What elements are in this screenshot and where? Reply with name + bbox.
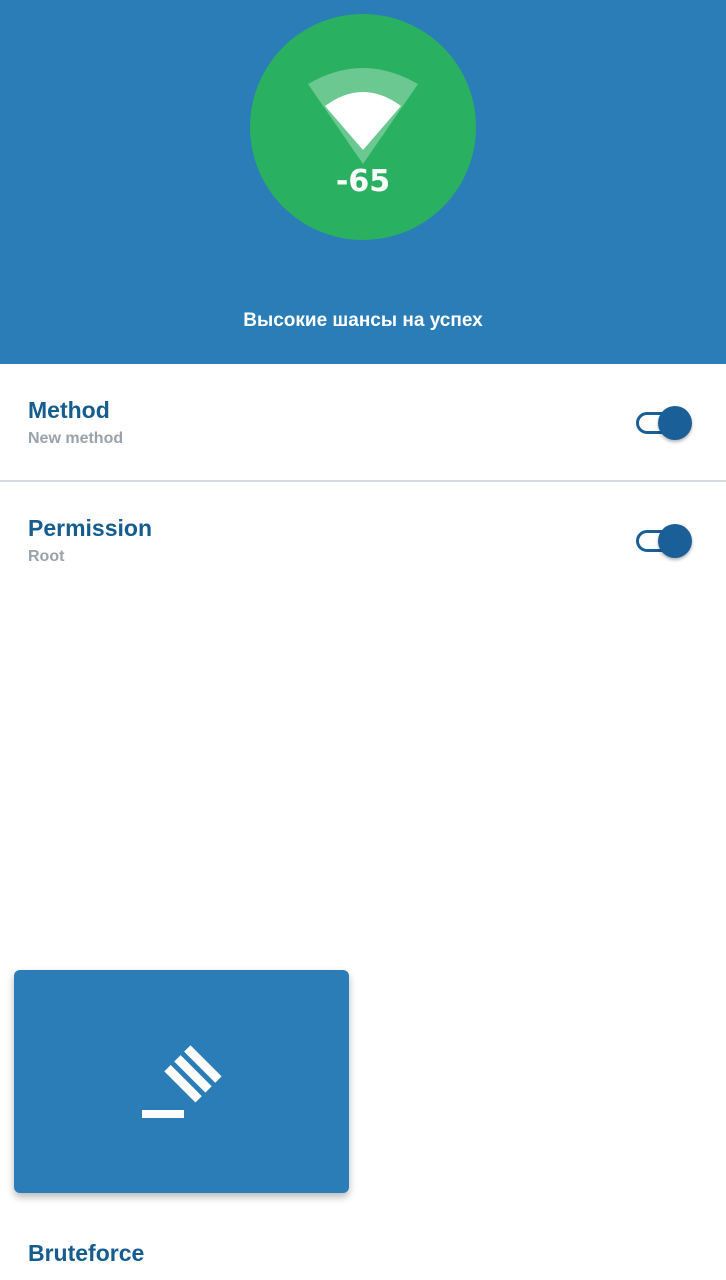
setting-subtitle: Root	[28, 548, 65, 565]
signal-strength-indicator: -65	[250, 14, 476, 240]
gavel-icon	[142, 1045, 222, 1118]
setting-row-permission[interactable]: Permission Root	[0, 482, 726, 598]
signal-value: -65	[335, 164, 391, 199]
wifi-icon	[308, 68, 418, 164]
permission-toggle[interactable]	[636, 524, 692, 558]
setting-title: Permission	[28, 515, 152, 541]
toggle-knob	[658, 524, 692, 558]
toggle-knob	[658, 406, 692, 440]
method-toggle[interactable]	[636, 406, 692, 440]
signal-header: -65 Высокие шансы на успех	[0, 0, 726, 364]
setting-title: Method	[28, 397, 110, 423]
setting-row-method[interactable]: Method New method	[0, 364, 726, 482]
bruteforce-card[interactable]	[14, 970, 349, 1193]
setting-subtitle: New method	[28, 430, 124, 447]
status-text: Высокие шансы на успех	[243, 310, 483, 331]
card-label: Bruteforce	[28, 1240, 145, 1266]
